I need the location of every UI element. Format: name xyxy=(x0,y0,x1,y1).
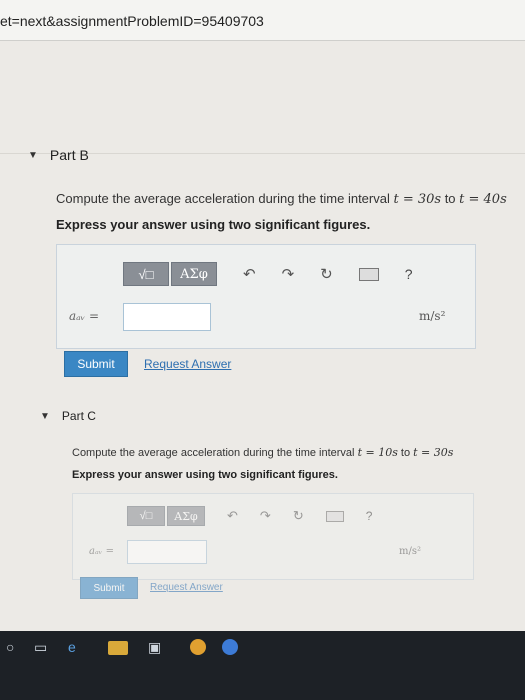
collapse-caret-icon[interactable]: ▼ xyxy=(28,150,38,161)
url-text[interactable]: et=next&assignmentProblemID=95409703 xyxy=(0,13,264,29)
variable-label: aₐᵥ = xyxy=(89,546,114,557)
part-c-instruction: Express your answer using two significan… xyxy=(72,469,338,481)
chrome-icon[interactable] xyxy=(190,639,206,655)
question-math-start: t = 10s xyxy=(357,446,398,459)
redo-icon[interactable]: ↷ xyxy=(260,508,271,524)
symbols-button[interactable]: ΑΣφ xyxy=(167,506,205,526)
reset-icon[interactable]: ↻ xyxy=(293,508,304,524)
template-button[interactable]: √□ xyxy=(123,262,169,286)
request-answer-link[interactable]: Request Answer xyxy=(150,582,223,593)
keyboard-icon[interactable] xyxy=(358,267,379,281)
question-text-mid: to xyxy=(397,447,414,459)
answer-input[interactable] xyxy=(127,540,207,564)
help-icon[interactable]: ? xyxy=(405,266,413,282)
toolbar-button-group: √□ ΑΣφ xyxy=(127,506,205,526)
submit-button[interactable]: Submit xyxy=(64,351,128,377)
part-b-header[interactable]: ▼ Part B xyxy=(28,147,89,163)
part-b-question: Compute the average acceleration during … xyxy=(56,191,507,207)
question-text: Compute the average acceleration during … xyxy=(72,447,358,459)
file-explorer-icon[interactable] xyxy=(108,641,128,655)
template-button[interactable]: √□ xyxy=(127,506,165,526)
question-math-end: t = 40s xyxy=(459,192,507,207)
toolbar-button-group: √□ ΑΣφ xyxy=(123,262,217,286)
submit-button[interactable]: Submit xyxy=(80,577,138,599)
part-b-answer-box: √□ ΑΣφ ↶ ↷ ↻ ? aₐᵥ = m/s² xyxy=(56,244,476,349)
task-view-icon[interactable]: ▭ xyxy=(34,639,47,657)
request-answer-link[interactable]: Request Answer xyxy=(144,357,231,371)
collapse-caret-icon[interactable]: ▼ xyxy=(40,411,50,422)
part-c-answer-box: √□ ΑΣφ ↶ ↷ ↻ ? aₐᵥ = m/s² xyxy=(72,493,474,580)
edge-browser-icon[interactable]: e xyxy=(68,639,76,657)
undo-icon[interactable]: ↶ xyxy=(227,508,238,524)
part-c-header[interactable]: ▼ Part C xyxy=(40,409,96,423)
taskbar: ○ ▭ e ▣ xyxy=(0,631,525,700)
question-text: Compute the average acceleration during … xyxy=(56,191,394,206)
variable-label: aₐᵥ = xyxy=(69,309,99,323)
address-bar[interactable]: et=next&assignmentProblemID=95409703 xyxy=(0,0,525,41)
math-toolbar: √□ ΑΣφ ↶ ↷ ↻ ? xyxy=(127,506,372,526)
math-toolbar: √□ ΑΣφ ↶ ↷ ↻ ? xyxy=(123,262,413,286)
problem-page: ▼ Part B Compute the average acceleratio… xyxy=(0,41,525,631)
unit-label: m/s² xyxy=(399,546,421,557)
part-c-title: Part C xyxy=(61,409,96,423)
question-math-end: t = 30s xyxy=(413,446,454,459)
keyboard-icon[interactable] xyxy=(325,510,344,522)
question-math-start: t = 30s xyxy=(393,192,442,207)
redo-icon[interactable]: ↷ xyxy=(282,265,295,283)
part-b-instruction: Express your answer using two significan… xyxy=(56,217,371,232)
undo-icon[interactable]: ↶ xyxy=(243,265,256,283)
search-icon[interactable]: ○ xyxy=(6,639,14,657)
help-icon[interactable]: ? xyxy=(366,509,373,523)
unit-label: m/s² xyxy=(419,309,446,323)
part-b-title: Part B xyxy=(49,147,89,163)
symbols-button[interactable]: ΑΣφ xyxy=(171,262,217,286)
store-icon[interactable]: ▣ xyxy=(148,639,161,657)
app-icon[interactable] xyxy=(222,639,238,655)
part-c-question: Compute the average acceleration during … xyxy=(72,446,453,459)
reset-icon[interactable]: ↻ xyxy=(320,265,333,283)
question-text-mid: to xyxy=(441,191,460,206)
answer-input[interactable] xyxy=(123,303,211,331)
